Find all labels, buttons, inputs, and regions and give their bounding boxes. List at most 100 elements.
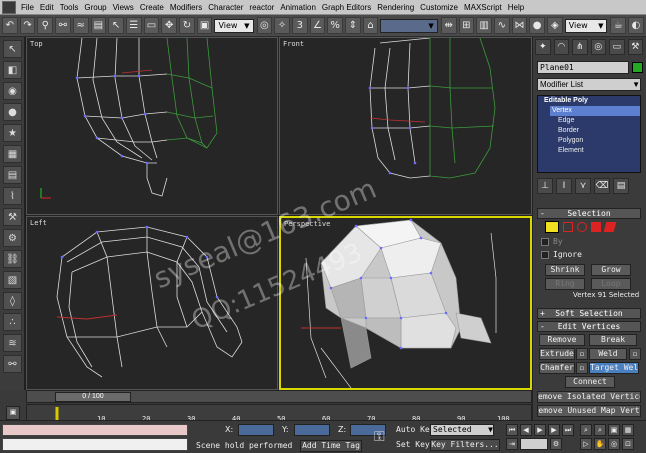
graphite-icon[interactable]: ◧ [3,61,22,79]
stack-item-editable-poly[interactable]: Editable Poly [538,96,640,106]
chamfer-settings-icon[interactable]: ▫ [576,362,588,374]
remove-button[interactable]: Remove [539,334,585,346]
spinner-snap-icon[interactable]: ⇕ [345,17,361,34]
stack-item-polygon[interactable]: Polygon [538,136,640,146]
stack-item-element[interactable]: Element [538,146,640,156]
border-mode-icon[interactable] [577,222,587,232]
ignore-backfacing-checkbox[interactable] [541,251,549,259]
star-icon[interactable]: ★ [3,124,22,142]
next-frame-icon[interactable]: ▶ [548,424,560,436]
bone-icon[interactable]: ⌇ [3,187,22,205]
object-color-swatch[interactable] [632,62,643,73]
loop-button[interactable]: Loop [591,278,631,290]
menu-graph-editors[interactable]: Graph Editors [319,3,374,12]
stack-item-border[interactable]: Border [538,126,640,136]
key-mode-dropdown[interactable]: Selected ▼ [430,424,494,436]
auto-key-label[interactable]: Auto Key [396,425,435,434]
shrink-button[interactable]: Shrink [545,264,585,276]
chamfer-button[interactable]: Chamfer [539,362,575,374]
maxscript-listener-pink[interactable] [2,424,188,436]
snap-3d-icon[interactable]: 3 [291,17,308,34]
zoom-all-icon[interactable]: ⌕ [594,424,606,436]
remove-isolated-vertices-button[interactable]: emove Isolated Vertice [537,391,641,403]
select-icon[interactable]: ↖ [3,40,22,58]
time-slider-thumb[interactable]: 0 / 100 [55,392,131,402]
unlink-icon[interactable]: ⚯ [55,17,71,34]
motion-tab-icon[interactable]: ◎ [590,39,606,55]
menu-tools[interactable]: Tools [57,3,82,12]
zoom-extents-all-icon[interactable]: ▦ [622,424,634,436]
set-key-label[interactable]: Set Key [396,440,430,449]
rollout-edit-vertices-header[interactable]: - Edit Vertices [537,321,641,332]
key-filters-button[interactable]: Key Filters... [430,439,500,451]
show-end-result-icon[interactable]: Ⅰ [556,178,572,194]
undo-icon[interactable]: ↶ [2,17,18,34]
y-coord-field[interactable] [294,424,330,436]
target-weld-button[interactable]: Target Weld [589,362,639,374]
weld-settings-icon[interactable]: ▫ [629,348,641,360]
menu-create[interactable]: Create [137,3,167,12]
display-tab-icon[interactable]: ▭ [609,39,625,55]
viewport-top[interactable]: Top [26,37,278,215]
pivot-center-icon[interactable]: ◎ [256,17,273,34]
orbit-icon[interactable]: ◎ [608,438,620,450]
connect-button[interactable]: Connect [565,376,615,388]
edge-mode-icon[interactable] [563,222,573,232]
select-move-icon[interactable]: ✥ [161,17,178,34]
menu-modifiers[interactable]: Modifiers [167,3,205,12]
go-to-start-icon[interactable]: ⏮ [506,424,518,436]
zoom-icon[interactable]: ⌕ [580,424,592,436]
material-editor-icon[interactable]: ● [529,17,546,34]
element-mode-icon[interactable] [603,222,617,232]
make-unique-icon[interactable]: ⋎ [575,178,591,194]
link-chain-icon[interactable]: ⛓ [3,250,22,268]
zoom-extents-icon[interactable]: ▣ [608,424,620,436]
stack-item-edge[interactable]: Edge [538,116,640,126]
menu-help[interactable]: Help [505,3,527,12]
layer-manager-icon[interactable]: ▥ [476,17,492,34]
menu-edit[interactable]: Edit [37,3,57,12]
stack-item-vertex[interactable]: Vertex [550,106,640,116]
render-last-icon[interactable]: ◐ [628,17,644,34]
configure-sets-icon[interactable]: ▤ [613,178,629,194]
align-icon[interactable]: ⊞ [458,17,475,34]
grid-icon[interactable]: ▤ [3,166,22,184]
previous-frame-icon[interactable]: ◀ [520,424,532,436]
named-selection-sets-dropdown[interactable]: ▼ [380,18,438,33]
select-by-name-icon[interactable]: ☰ [125,17,142,34]
x-coord-field[interactable] [238,424,274,436]
systems-icon[interactable]: ⚯ [3,355,22,373]
link-icon[interactable]: ⚲ [37,17,54,34]
rollout-selection-header[interactable]: - Selection [537,208,641,219]
box-icon[interactable]: ▦ [3,145,22,163]
curve-editor-icon[interactable]: ∿ [493,17,510,34]
rollout-soft-selection-header[interactable]: + Soft Selection [537,308,641,319]
maxscript-listener-white[interactable] [2,438,188,451]
render-type-dropdown[interactable]: View ▼ [564,18,608,33]
menu-customize[interactable]: Customize [417,3,461,12]
fov-icon[interactable]: ▷ [580,438,592,450]
menu-reactor[interactable]: reactor [246,3,277,12]
weld-button[interactable]: Weld [589,348,627,360]
spacewarp-icon[interactable]: ≋ [3,334,22,352]
select-filter-icon[interactable]: ▤ [90,17,107,34]
polygon-mode-icon[interactable] [591,222,601,232]
select-region-icon[interactable]: ▭ [143,17,160,34]
by-vertex-checkbox[interactable] [541,238,549,246]
named-selection-icon[interactable]: ⌂ [362,17,379,34]
particle-icon[interactable]: ∴ [3,313,22,331]
select-rotate-icon[interactable]: ↻ [179,17,195,34]
sphere-icon[interactable]: ● [3,103,22,121]
percent-snap-icon[interactable]: % [327,17,344,34]
play-icon[interactable]: ▶ [534,424,546,436]
utilities-tab-icon[interactable]: ⚒ [627,39,643,55]
unwrap-icon[interactable]: ◉ [3,82,22,100]
redo-icon[interactable]: ↷ [19,17,36,34]
tool-icon[interactable]: ⚒ [3,208,22,226]
maximize-viewport-icon[interactable]: ⊡ [622,438,634,450]
map-icon[interactable]: ▧ [3,271,22,289]
time-config-icon[interactable]: ⚙ [550,438,562,450]
render-setup-icon[interactable]: ◈ [547,17,563,34]
modify-tab-icon[interactable]: ◠ [553,39,569,55]
select-object-icon[interactable]: ↖ [108,17,124,34]
